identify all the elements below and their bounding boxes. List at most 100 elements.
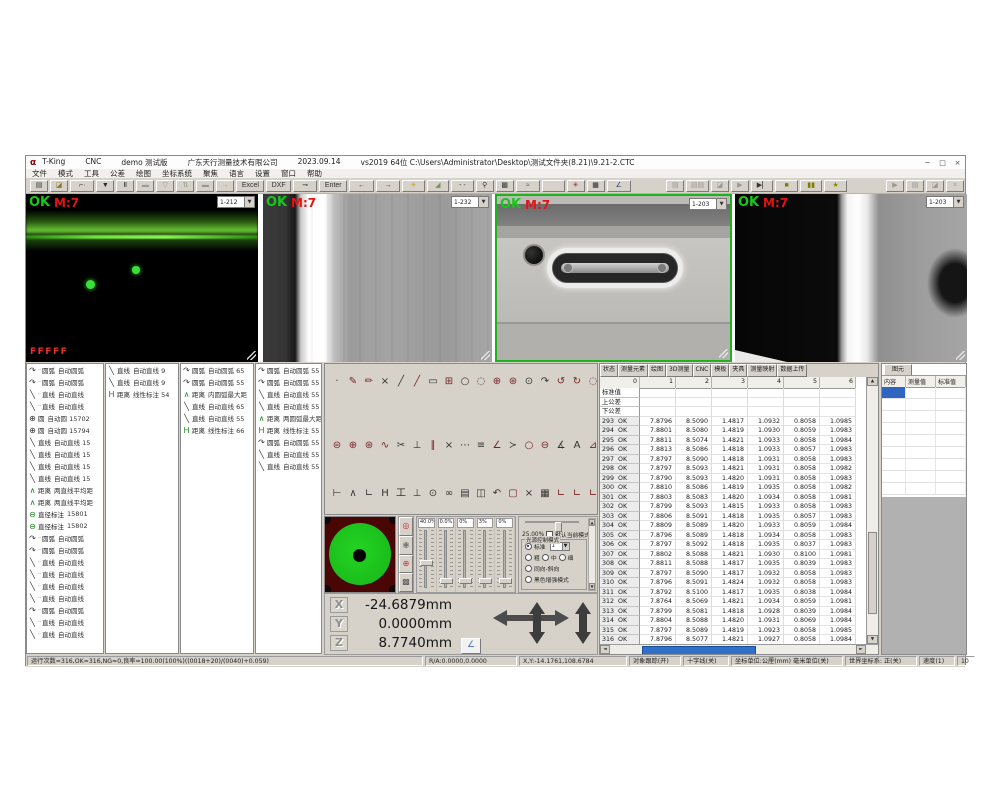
light-panel-scrollbar[interactable]: ▲ ▼ [588, 518, 596, 591]
toolbar-probe-cable-button[interactable]: ⊸ [293, 180, 317, 192]
table-tab-5[interactable]: 模板 [711, 364, 729, 377]
table-row[interactable]: 308OK7.88118.50881.48171.09350.80391.098… [600, 559, 868, 569]
tool-arc-scan-icon[interactable]: ↺ [553, 374, 569, 390]
tool-circle-icon[interactable]: ○ [457, 374, 473, 390]
tool-dots-icon[interactable]: ⋯ [457, 438, 473, 454]
tool-dim-i-icon[interactable]: 工 [393, 486, 409, 502]
table-vscrollbar[interactable]: ▲ ▼ [866, 377, 878, 644]
toolbar-matrix-code-button[interactable]: ▦ [587, 180, 605, 192]
chevron-down-icon[interactable]: ▼ [953, 197, 963, 207]
table-row-fixed[interactable]: 上公差 [600, 398, 868, 408]
table-row-fixed[interactable]: 下公差 [600, 407, 868, 417]
table-row[interactable]: 313OK7.87998.50811.48181.09280.80391.098… [600, 607, 868, 617]
table-row-fixed[interactable]: 标准值 [600, 388, 868, 398]
chevron-down-icon[interactable]: ▼ [244, 197, 254, 207]
detail-row[interactable] [882, 471, 966, 483]
toolbar-arrow-left-button[interactable]: ← [349, 180, 373, 192]
table-row[interactable]: 303OK7.88068.50911.48181.09350.80571.098… [600, 512, 868, 522]
list-item[interactable]: ╲直线自动直线 15 [27, 448, 103, 460]
scroll-right-icon[interactable]: ► [856, 645, 866, 654]
resize-grip-icon[interactable] [481, 351, 490, 360]
slider-thumb[interactable] [420, 560, 433, 566]
radio-standard[interactable] [525, 543, 532, 550]
detail-row[interactable] [882, 399, 966, 411]
tool-ellipse2-icon[interactable]: ⊜ [329, 438, 345, 454]
table-row[interactable]: 315OK7.87978.50891.48191.09230.80581.098… [600, 626, 868, 636]
list-item[interactable]: ╲直线自动直线 15 [27, 460, 103, 472]
table-row[interactable]: 314OK7.88048.50881.48201.09310.80691.098… [600, 616, 868, 626]
table-row[interactable]: 312OK7.87648.50691.48211.09340.80591.098… [600, 597, 868, 607]
tool-angle-red-1-icon[interactable]: ∟ [553, 486, 569, 502]
list-item[interactable]: ∧距离内圆弧最大距 [181, 388, 253, 400]
detail-row[interactable] [882, 423, 966, 435]
toolbar-gray-block-button[interactable]: ▬ [136, 180, 154, 192]
tool-circle-point-icon[interactable]: ⊙ [521, 374, 537, 390]
toolbar-lasso-button[interactable]: ≈ [516, 180, 540, 192]
table-row[interactable]: 294OK7.88018.50801.48191.09300.80591.098… [600, 426, 868, 436]
detail-row[interactable] [882, 387, 966, 399]
radio-oblique[interactable] [525, 565, 532, 572]
list-item[interactable]: ╲┄直线自动直线 [27, 616, 103, 628]
slider-track[interactable] [424, 530, 427, 588]
tool-ellipse-hatch-icon[interactable]: ⊛ [361, 438, 377, 454]
toolbar-stage-move-button[interactable]: ⌐· [70, 180, 94, 192]
radio-level-0[interactable] [525, 554, 532, 561]
tool-circle-scan-icon[interactable]: ⊕ [489, 374, 505, 390]
camera-select[interactable]: 1-203 ▼ [689, 198, 727, 210]
tool-pencil-icon[interactable]: ✎ [345, 374, 361, 390]
list-item[interactable]: ↷┄圆弧自动圆弧 [27, 604, 103, 616]
list-item[interactable]: ╲┄直线自动直线 [27, 400, 103, 412]
list-item[interactable]: ╲直线自动直线 9 [106, 364, 178, 376]
light-slider-0[interactable]: 40.0% [417, 517, 437, 592]
tool-line-tool-icon[interactable]: ╱ [393, 374, 409, 390]
table-row[interactable]: 305OK7.87968.50891.48181.09340.80581.098… [600, 531, 868, 541]
tool-keyboard-icon[interactable]: ▤ [457, 486, 473, 502]
table-row[interactable]: 299OK7.87908.50931.48201.09310.80581.098… [600, 474, 868, 484]
table-row[interactable]: 302OK7.87998.50931.48151.09330.80581.098… [600, 502, 868, 512]
detail-row[interactable] [882, 447, 966, 459]
toolbar-probe-dark-button[interactable]: ▼ [96, 180, 114, 192]
list-item[interactable]: ↷圆弧自动圆弧 55 [256, 376, 321, 388]
resize-grip-icon[interactable] [719, 349, 728, 358]
toolbar-chart-tool-button[interactable]: ∠ [607, 180, 631, 192]
tool-copy-icon[interactable]: ◫ [473, 486, 489, 502]
tool-scissors-icon[interactable]: ✂ [393, 438, 409, 454]
list-item[interactable]: ╲直线自动直线 15 [27, 436, 103, 448]
camera-panel-1[interactable]: OK M:7 1-212 ▼ FFFFF [26, 194, 258, 362]
scroll-left-icon[interactable]: ◄ [600, 645, 610, 654]
scroll-up-icon[interactable]: ▲ [589, 519, 595, 526]
toolbar-pause-button[interactable]: ▮▮ [800, 180, 823, 192]
tool-undo-icon[interactable]: ↶ [489, 486, 505, 502]
tool-arc-icon[interactable]: ↷ [537, 374, 553, 390]
tool-delete-icon[interactable]: × [521, 486, 537, 502]
tool-angle-red-2-icon[interactable]: ∟ [569, 486, 585, 502]
detail-row[interactable] [882, 459, 966, 471]
tool-box-dashed-icon[interactable]: ▢ [505, 486, 521, 502]
tool-arc-scan2-icon[interactable]: ↻ [569, 374, 585, 390]
detail-row[interactable] [882, 435, 966, 447]
slider-thumb[interactable] [440, 578, 453, 584]
list-item[interactable]: ∧距离两圆弧最大距 [256, 412, 321, 424]
table-tab-6[interactable]: 夹具 [729, 364, 747, 377]
light-slider-4[interactable]: 0% [495, 517, 515, 592]
tool-perpendicular-icon[interactable]: ⊥ [409, 438, 425, 454]
list-item[interactable]: ↷┄圆弧自动圆弧 [27, 532, 103, 544]
hscroll-thumb[interactable] [642, 646, 756, 655]
gain-slider[interactable] [525, 521, 579, 523]
light-ring-preview[interactable] [324, 516, 396, 593]
tool-parallel-icon[interactable]: ∥ [425, 438, 441, 454]
list-item[interactable]: ∧距离两直线平均距 [27, 484, 103, 496]
light-slider-3[interactable]: 3% [476, 517, 496, 592]
toolbar-run-fast-button[interactable]: ★ [824, 180, 847, 192]
list-item[interactable]: H距离线性标注 66 [181, 424, 253, 436]
list-item[interactable]: ↷圆弧自动圆弧 65 [181, 364, 253, 376]
checker-light-icon[interactable]: ▩ [399, 573, 413, 592]
coaxial-light-icon[interactable]: ◉ [399, 536, 413, 555]
radio-level-1[interactable] [542, 554, 549, 561]
tool-intersection-icon[interactable]: × [441, 438, 457, 454]
scroll-down-icon[interactable]: ▼ [867, 635, 878, 644]
list-item[interactable]: ╲┄直线自动直线 [27, 580, 103, 592]
slider-thumb[interactable] [499, 578, 512, 584]
tool-circle-minus-icon[interactable]: ⊖ [537, 438, 553, 454]
toolbar-dxf-export-button[interactable]: DXF [266, 180, 290, 192]
